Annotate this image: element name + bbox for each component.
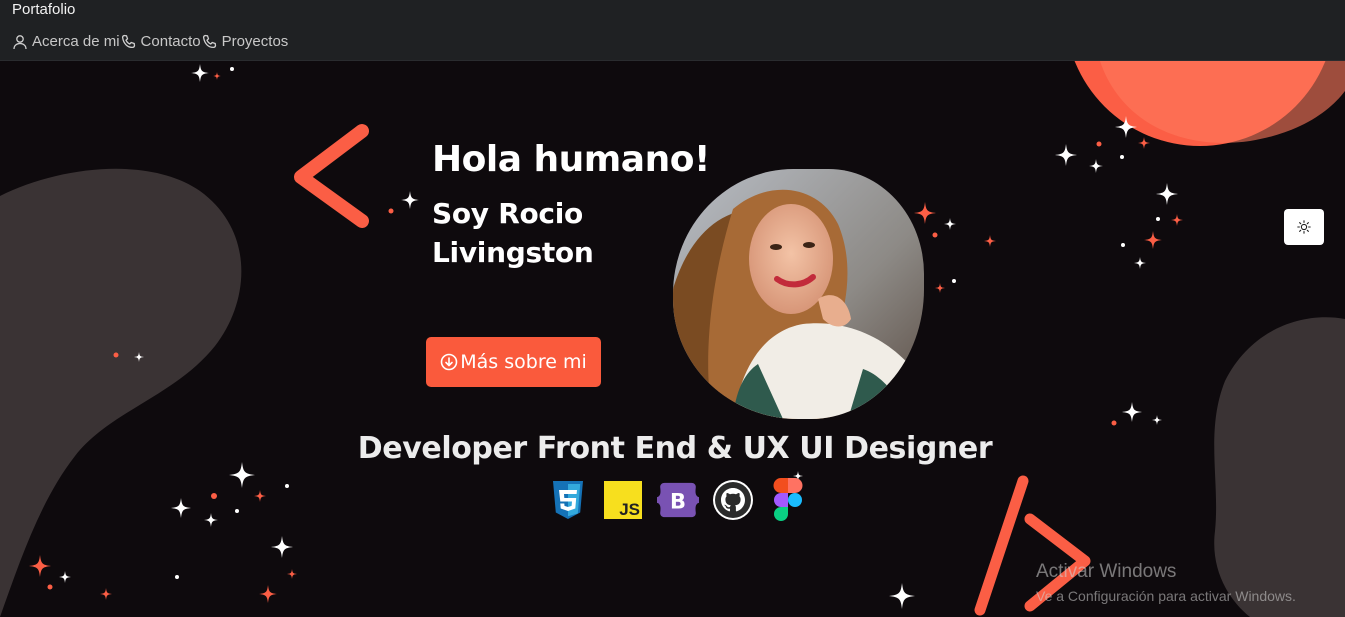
nav-links: Acerca de mi Contacto Proyectos: [12, 33, 288, 50]
sun-icon: [1297, 220, 1311, 234]
brand-title[interactable]: Portafolio: [12, 1, 75, 18]
css3-icon: [547, 479, 589, 521]
nav-link-contact[interactable]: Contacto: [121, 33, 201, 50]
nav-link-about[interactable]: Acerca de mi: [12, 33, 120, 50]
svg-text:B: B: [670, 490, 686, 514]
left-angle-bracket: [294, 124, 369, 228]
phone-icon: [121, 34, 135, 48]
person-icon: [13, 34, 27, 49]
watermark-title: Activar Windows: [1036, 561, 1177, 582]
figma-icon: [767, 478, 809, 521]
more-about-me-button[interactable]: Más sobre mi: [426, 337, 601, 387]
watermark-subtitle: Ve a Configuración para activar Windows.: [1036, 588, 1296, 604]
github-icon: [712, 479, 754, 521]
nav-link-label: Acerca de mi: [32, 33, 120, 50]
nav-link-label: Proyectos: [221, 33, 289, 50]
nav-link-label: Contacto: [140, 33, 201, 50]
slash-shape: [974, 475, 1029, 616]
profile-photo: [673, 169, 924, 419]
role-heading: Developer Front End & UX UI Designer: [357, 431, 993, 466]
cta-label: Más sobre mi: [460, 351, 587, 373]
phone-icon: [202, 34, 216, 48]
theme-toggle-button[interactable]: [1284, 209, 1324, 245]
top-navbar: Portafolio Acerca de mi Contacto Proyect…: [0, 0, 1345, 61]
windows-activation-watermark: Activar Windows Ve a Configuración para …: [1036, 561, 1296, 604]
svg-text:JS: JS: [619, 500, 640, 519]
download-circle-icon: [440, 353, 458, 371]
hero-name: Soy Rocio Livingston: [432, 197, 594, 269]
left-blob: [0, 168, 242, 617]
javascript-icon: JS: [602, 479, 644, 521]
hero-greeting: Hola humano!: [432, 139, 710, 180]
hero-section: Hola humano! Soy Rocio Livingston Más so…: [0, 61, 1345, 617]
bootstrap-icon: B: [657, 479, 699, 521]
tech-icon-row: JS B: [547, 478, 822, 521]
nav-link-projects[interactable]: Proyectos: [202, 33, 289, 50]
